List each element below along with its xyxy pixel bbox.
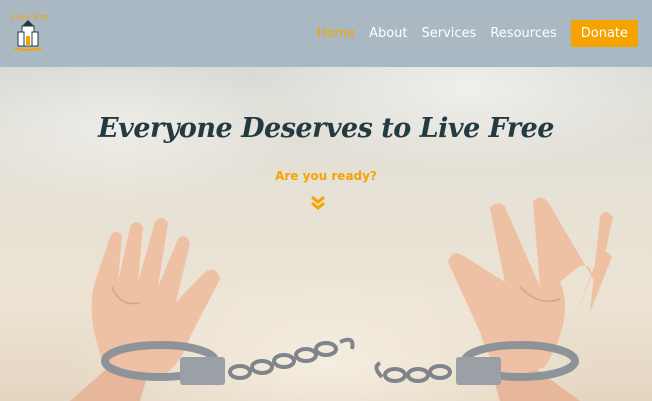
nav-item-resources[interactable]: Resources bbox=[490, 26, 556, 41]
main-nav: Home About Services Resources Donate bbox=[303, 20, 638, 47]
nav-item-services[interactable]: Services bbox=[422, 26, 477, 41]
hero-subtitle: Are you ready? bbox=[275, 169, 377, 183]
hero-section: Everyone Deserves to Live Free Are you r… bbox=[0, 67, 652, 401]
hero-headline: Everyone Deserves to Live Free bbox=[98, 113, 554, 144]
donate-button[interactable]: Donate bbox=[570, 20, 638, 47]
site-logo[interactable]: Live Free bbox=[8, 8, 54, 54]
castle-logo-icon: Live Free bbox=[10, 13, 54, 51]
site-header: Live Free Home About Services Resources … bbox=[0, 0, 652, 67]
nav-item-about[interactable]: About bbox=[369, 26, 407, 41]
double-chevron-down-icon[interactable] bbox=[309, 194, 327, 212]
nav-item-home[interactable]: Home bbox=[317, 26, 355, 41]
